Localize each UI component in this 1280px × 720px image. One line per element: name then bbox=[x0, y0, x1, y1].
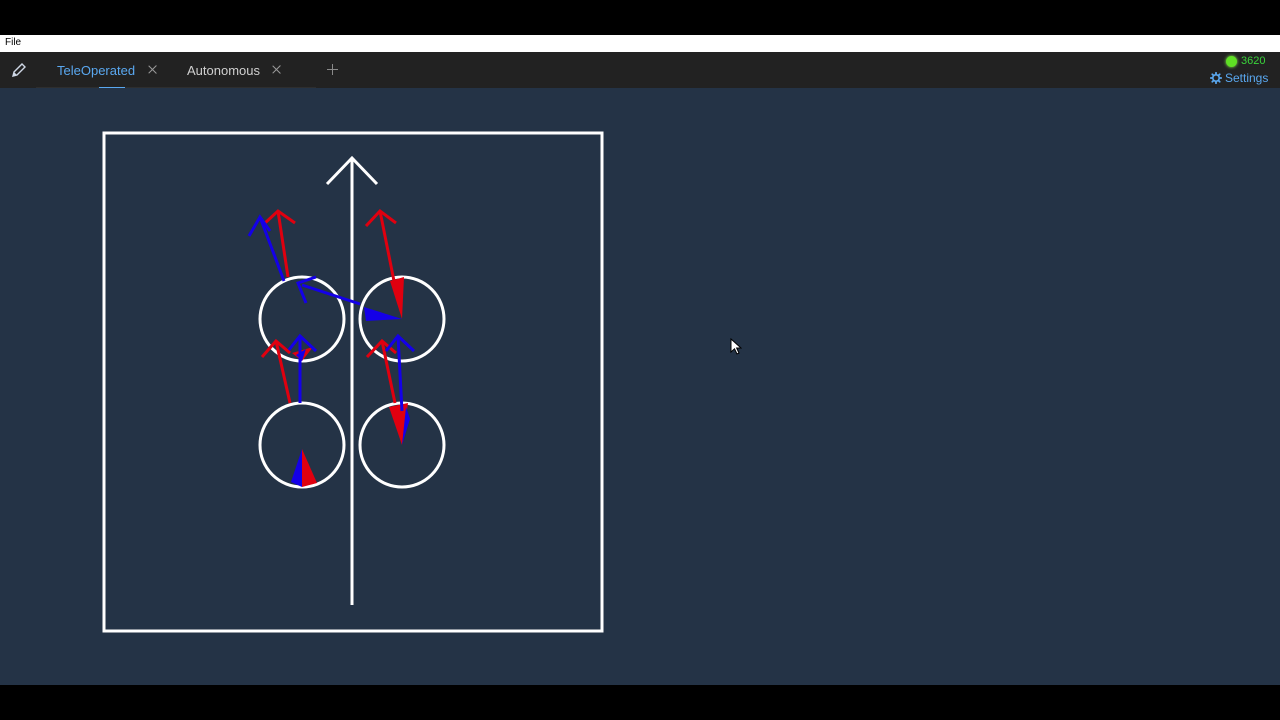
close-icon[interactable] bbox=[271, 64, 283, 76]
front-right-commanded-wedge bbox=[390, 277, 404, 319]
gear-icon bbox=[1210, 72, 1222, 84]
mouse-cursor-icon bbox=[730, 338, 742, 355]
close-icon[interactable] bbox=[147, 64, 159, 76]
letterbox-bottom bbox=[0, 685, 1280, 720]
tab-bar: TeleOperated Autonomous 3620 Settings bbox=[0, 52, 1280, 88]
pencil-icon[interactable] bbox=[8, 61, 28, 79]
plus-icon[interactable] bbox=[325, 60, 341, 80]
settings-button[interactable]: Settings bbox=[1210, 71, 1268, 85]
letterbox-top bbox=[0, 0, 1280, 35]
team-number: 3620 bbox=[1241, 55, 1266, 67]
menu-file[interactable]: File bbox=[5, 37, 21, 48]
tab-teleoperated[interactable]: TeleOperated bbox=[57, 52, 159, 88]
back-left-commanded-wedge bbox=[302, 449, 317, 487]
back-right-measured-arrow bbox=[396, 335, 404, 412]
swerve-drive-widget[interactable] bbox=[102, 131, 604, 633]
tab-label: Autonomous bbox=[187, 62, 260, 78]
tab-label: TeleOperated bbox=[57, 62, 136, 78]
connection-status-icon bbox=[1226, 56, 1237, 67]
back-right-vectors bbox=[365, 333, 416, 445]
settings-label: Settings bbox=[1225, 71, 1269, 85]
front-right-measured-wedge bbox=[364, 307, 402, 321]
robot-heading-arrow bbox=[325, 155, 379, 605]
tab-autonomous[interactable]: Autonomous bbox=[187, 52, 283, 88]
back-left-measured-wedge bbox=[291, 449, 302, 487]
menu-bar: File bbox=[0, 35, 1280, 52]
